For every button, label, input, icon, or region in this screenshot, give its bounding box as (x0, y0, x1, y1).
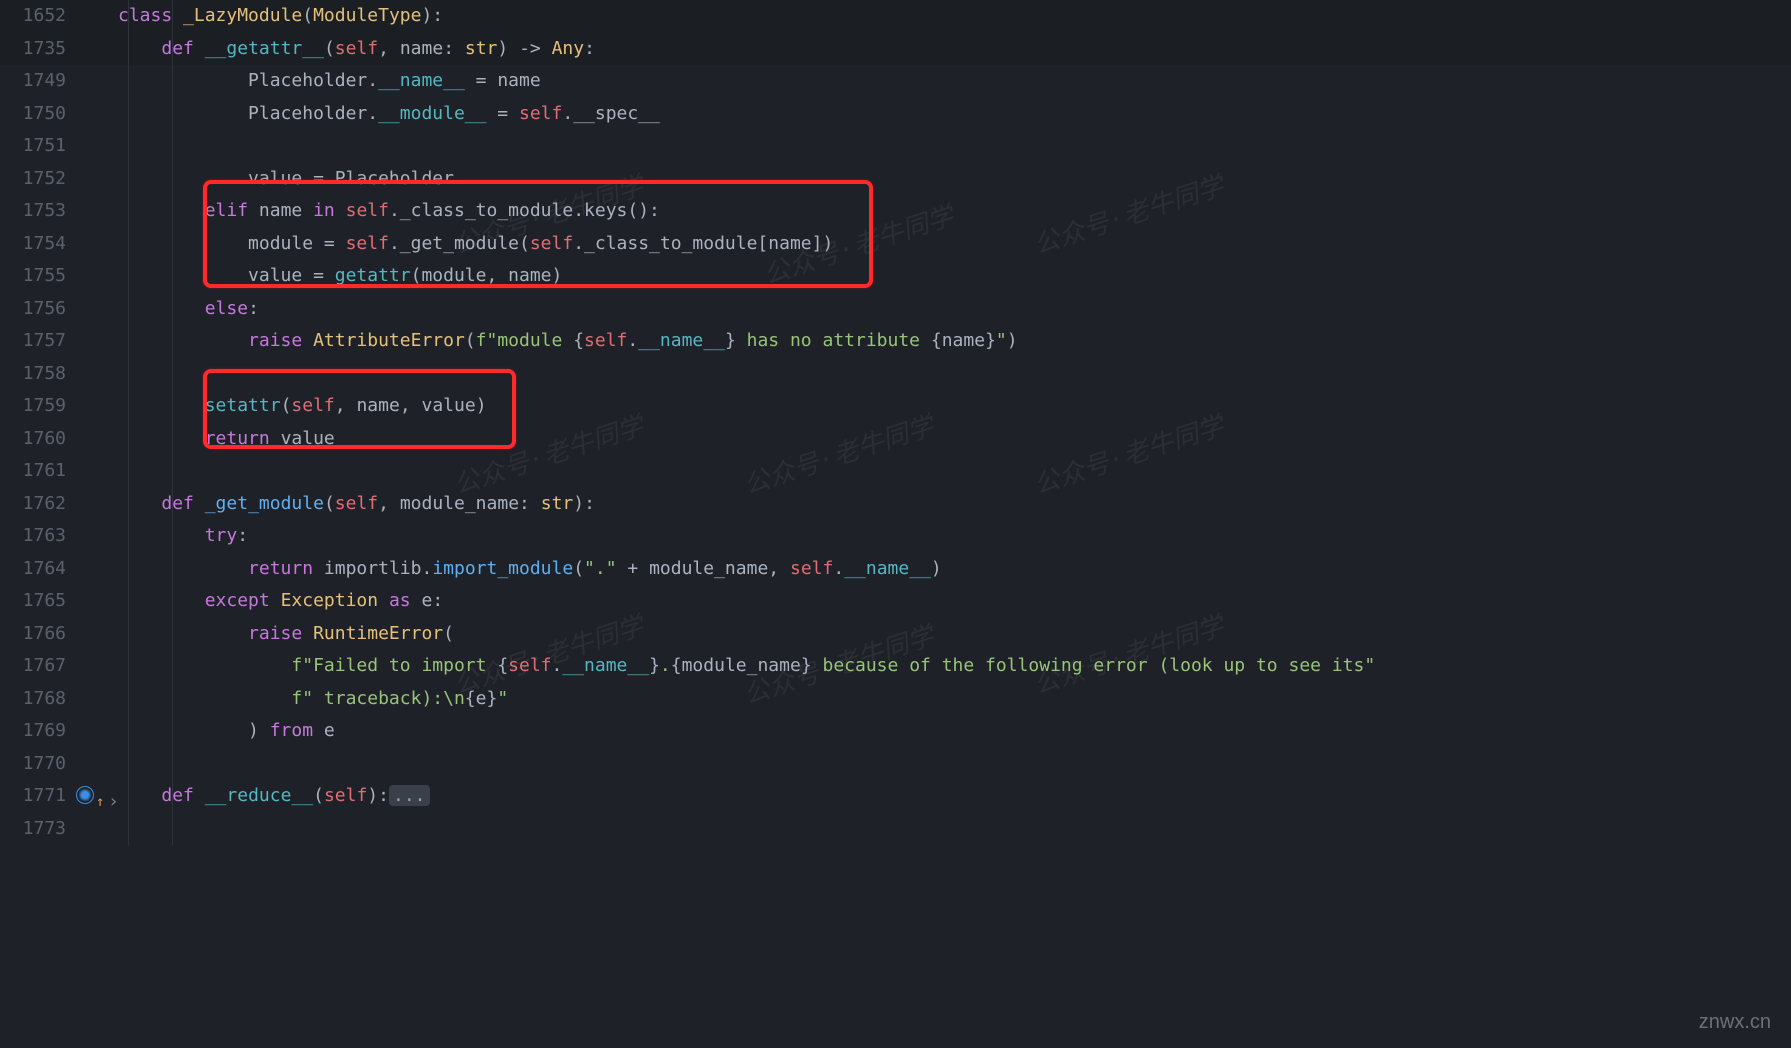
line-number: 1763 (0, 520, 76, 553)
code-line[interactable]: 1652 class _LazyModule(ModuleType): (0, 0, 1791, 33)
code-line[interactable]: 1753 elif name in self._class_to_module.… (0, 195, 1791, 228)
line-number: 1756 (0, 293, 76, 326)
line-number: 1750 (0, 98, 76, 131)
code-line[interactable]: 1770 (0, 748, 1791, 781)
line-number: 1770 (0, 748, 76, 781)
line-number: 1768 (0, 683, 76, 716)
code-line[interactable]: 1765 except Exception as e: (0, 585, 1791, 618)
code-line[interactable]: 1749 Placeholder.__name__ = name (0, 65, 1791, 98)
line-number: 1754 (0, 228, 76, 261)
code-line[interactable]: 1767 f"Failed to import {self.__name__}.… (0, 650, 1791, 683)
line-number: 1758 (0, 358, 76, 391)
line-number: 1735 (0, 33, 76, 66)
line-number: 1751 (0, 130, 76, 163)
line-number: 1761 (0, 455, 76, 488)
folded-code[interactable]: ... (389, 785, 430, 806)
line-number: 1766 (0, 618, 76, 651)
line-number: 1759 (0, 390, 76, 423)
line-number: 1771 (0, 780, 76, 813)
line-number: 1755 (0, 260, 76, 293)
line-number: 1767 (0, 650, 76, 683)
code-line[interactable]: 1754 module = self._get_module(self._cla… (0, 228, 1791, 261)
line-number: 1765 (0, 585, 76, 618)
line-number: 1652 (0, 0, 76, 33)
code-line[interactable]: 1759 setattr(self, name, value) (0, 390, 1791, 423)
code-editor[interactable]: 公众号·老牛同学 公众号·老牛同学 公众号·老牛同学 公众号·老牛同学 公众号·… (0, 0, 1791, 845)
class-name: _LazyModule (183, 5, 302, 26)
line-number: 1769 (0, 715, 76, 748)
code-line[interactable]: 1758 (0, 358, 1791, 391)
code-line[interactable]: 1769 ) from e (0, 715, 1791, 748)
code-line[interactable]: 1768 f" traceback):\n{e}" (0, 683, 1791, 716)
code-line[interactable]: 1761 (0, 455, 1791, 488)
code-line[interactable]: 1735 def __getattr__(self, name: str) ->… (0, 33, 1791, 66)
code-line[interactable]: 1760 return value (0, 423, 1791, 456)
code-line[interactable]: 1756 else: (0, 293, 1791, 326)
code-line[interactable]: 1751 (0, 130, 1791, 163)
code-line[interactable]: 1757 raise AttributeError(f"module {self… (0, 325, 1791, 358)
breakpoint-icon[interactable] (76, 786, 94, 804)
line-number: 1749 (0, 65, 76, 98)
line-number: 1753 (0, 195, 76, 228)
code-line[interactable]: 1773 (0, 813, 1791, 846)
code-line[interactable]: 1766 raise RuntimeError( (0, 618, 1791, 651)
code-line[interactable]: 1764 return importlib.import_module("." … (0, 553, 1791, 586)
function-name: __getattr__ (205, 38, 324, 59)
code-line[interactable]: 1755 value = getattr(module, name) (0, 260, 1791, 293)
line-number: 1773 (0, 813, 76, 846)
code-line[interactable]: 1752 value = Placeholder (0, 163, 1791, 196)
line-number: 1760 (0, 423, 76, 456)
keyword: def (161, 38, 204, 59)
keyword: class (118, 5, 172, 26)
code-line[interactable]: 1771 ↑ › def __reduce__(self):... (0, 780, 1791, 813)
code-line[interactable]: 1763 try: (0, 520, 1791, 553)
line-number: 1762 (0, 488, 76, 521)
line-number: 1764 (0, 553, 76, 586)
line-number: 1752 (0, 163, 76, 196)
code-line[interactable]: 1762 def _get_module(self, module_name: … (0, 488, 1791, 521)
footer-watermark: znwx.cn (1699, 1006, 1771, 1039)
line-number: 1757 (0, 325, 76, 358)
code-line[interactable]: 1750 Placeholder.__module__ = self.__spe… (0, 98, 1791, 131)
